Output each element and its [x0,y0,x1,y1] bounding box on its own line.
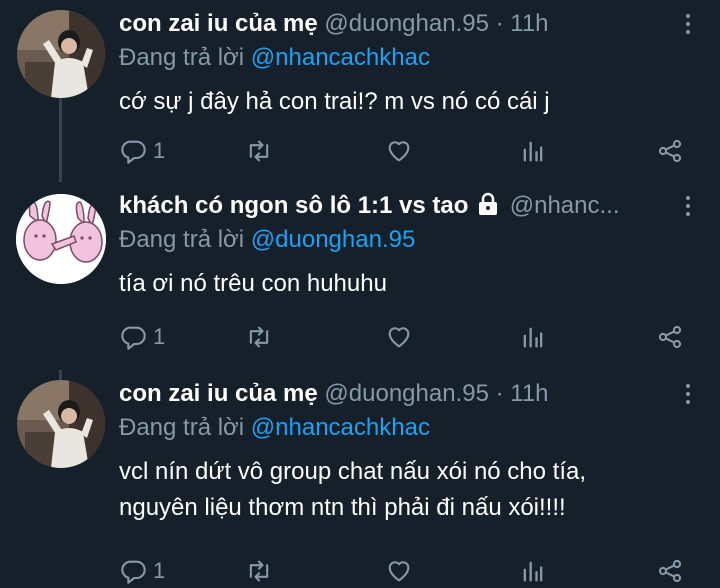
tweet-text: vcl nín dứt vô group chat nấu xói nó cho… [119,454,586,526]
replying-to: Đang trả lời @duonghan.95 [119,224,415,256]
replying-to: Đang trả lời @nhancachkhac [119,42,430,74]
reply-button[interactable]: 1 [119,320,165,354]
avatar-photo [17,10,105,98]
stats-icon [523,561,543,582]
share-icon [658,559,682,583]
thread-line [59,98,62,182]
display-name[interactable]: con zai iu của mẹ [119,380,318,407]
tweet-text-line: nguyên liệu thơm ntn thì phải đi nấu xói… [119,494,566,521]
user-handle[interactable]: @duonghan.95 [324,10,489,37]
reply-button[interactable]: 1 [119,134,165,168]
like-button[interactable] [385,134,413,168]
retweet-icon [249,560,269,582]
display-name[interactable]: con zai iu của mẹ [119,10,318,37]
tweet-text: tía ơi nó trêu con huhuhu [119,266,387,302]
share-icon [658,325,682,349]
mention-link[interactable]: @nhancachkhac [251,44,430,71]
share-button[interactable] [656,320,684,354]
more-icon[interactable] [684,14,692,38]
tweet-header: khách có ngon sô lô 1:1 vs tao @nhanc... [119,190,670,222]
share-icon [658,139,682,163]
display-name[interactable]: khách có ngon sô lô 1:1 vs tao [119,192,468,219]
reply-count: 1 [153,138,166,163]
more-icon[interactable] [684,196,692,220]
tweet-text-line: cớ sự j đây hả con trai!? m vs nó có cái… [119,88,550,115]
avatar[interactable] [17,380,105,468]
analytics-button[interactable] [519,554,547,588]
reply-icon [121,560,146,584]
timestamp[interactable]: 11h [510,380,548,407]
retweet-icon [249,326,269,348]
tweet-header: con zai iu của mẹ @duonghan.95 · 11h [119,8,670,40]
mention-link[interactable]: @nhancachkhac [251,414,430,441]
tweet-header: con zai iu của mẹ @duonghan.95 · 11h [119,378,670,410]
tweet[interactable]: con zai iu của mẹ @duonghan.95 · 11h Đan… [0,370,720,584]
user-handle[interactable]: @nhanc... [510,192,620,219]
more-icon[interactable] [684,384,692,408]
avatar-illustration [16,194,106,284]
thread-line [59,370,62,380]
heart-icon [388,141,410,162]
tweet-text-line: tía ơi nó trêu con huhuhu [119,270,387,297]
analytics-button[interactable] [519,320,547,354]
mention-link[interactable]: @duonghan.95 [251,226,416,253]
avatar[interactable] [16,194,106,284]
reply-icon [121,140,146,164]
stats-icon [523,141,543,162]
action-bar: 1 [119,320,684,354]
replying-to-label: Đang trả lời [119,226,251,253]
retweet-button[interactable] [245,554,273,588]
tweet-text-line: vcl nín dứt vô group chat nấu xói nó cho… [119,458,587,485]
replying-to: Đang trả lời @nhancachkhac [119,412,430,444]
avatar-photo [17,380,105,468]
separator: · [488,380,511,407]
share-button[interactable] [656,134,684,168]
reply-icon [121,326,146,350]
like-button[interactable] [385,320,413,354]
tweet-text: cớ sự j đây hả con trai!? m vs nó có cái… [119,84,550,120]
reply-button[interactable]: 1 [119,554,165,588]
retweet-icon [249,140,269,162]
tweet[interactable]: con zai iu của mẹ @duonghan.95 · 11h Đan… [0,0,720,182]
reply-count: 1 [153,558,166,583]
action-bar: 1 [119,554,684,588]
like-button[interactable] [385,554,413,588]
separator: · [488,10,511,37]
timestamp[interactable]: 11h [510,10,548,37]
retweet-button[interactable] [245,320,273,354]
reply-count: 1 [153,324,166,349]
analytics-button[interactable] [519,134,547,168]
lock-icon [479,192,498,215]
replying-to-label: Đang trả lời [119,414,251,441]
user-handle[interactable]: @duonghan.95 [324,380,489,407]
retweet-button[interactable] [245,134,273,168]
heart-icon [388,327,410,348]
heart-icon [388,561,410,582]
action-bar: 1 [119,134,684,168]
avatar[interactable] [17,10,105,98]
tweet[interactable]: khách có ngon sô lô 1:1 vs tao @nhanc...… [0,182,720,370]
replying-to-label: Đang trả lời [119,44,251,71]
stats-icon [523,327,543,348]
share-button[interactable] [656,554,684,588]
